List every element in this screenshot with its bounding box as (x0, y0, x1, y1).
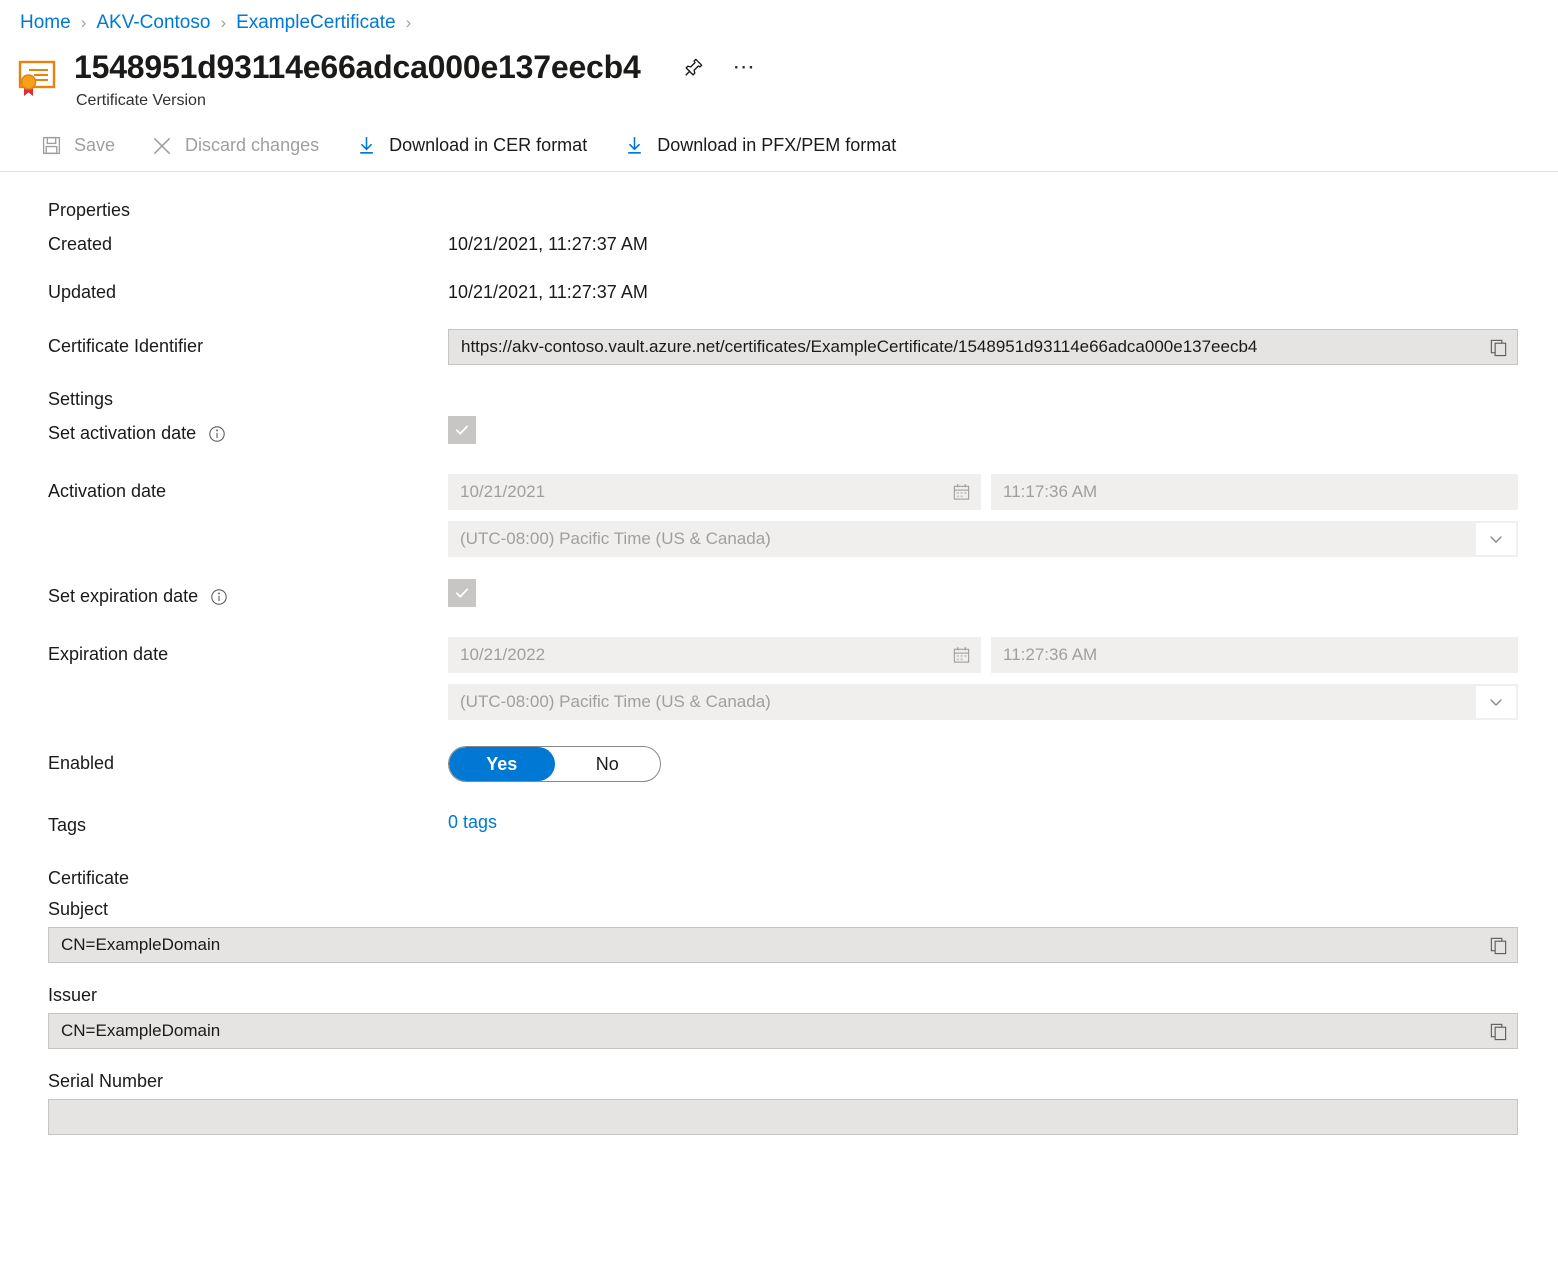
field-group-subject: Subject CN=ExampleDomain (48, 899, 1518, 963)
breadcrumb-item-akv-contoso[interactable]: AKV-Contoso (96, 12, 210, 34)
issuer-value: CN=ExampleDomain (61, 1021, 221, 1040)
activation-timezone-select[interactable]: (UTC-08:00) Pacific Time (US & Canada) (448, 521, 1518, 557)
download-pfx-pem-label: Download in PFX/PEM format (657, 135, 897, 155)
activation-date-label: Activation date (48, 481, 167, 501)
activation-date-value: 10/21/2021 (460, 482, 546, 501)
subject-field[interactable]: CN=ExampleDomain (48, 927, 1518, 963)
issuer-label: Issuer (48, 985, 98, 1005)
enabled-label: Enabled (48, 753, 115, 773)
tags-link[interactable]: 0 tags (448, 812, 497, 832)
copy-icon[interactable] (1485, 1018, 1511, 1044)
updated-label: Updated (48, 282, 117, 302)
issuer-field[interactable]: CN=ExampleDomain (48, 1013, 1518, 1049)
page-header: 1548951d93114e66adca000e137eecb4 ⋯ Certi… (0, 34, 1558, 112)
breadcrumb-item-examplecertificate[interactable]: ExampleCertificate (236, 12, 395, 34)
close-x-icon (149, 135, 175, 157)
copy-icon[interactable] (1485, 932, 1511, 958)
set-expiration-date-label: Set expiration date (48, 579, 448, 607)
row-certificate-identifier: Certificate Identifier https://akv-conto… (48, 329, 1518, 367)
section-heading-certificate: Certificate (48, 868, 130, 888)
enabled-toggle[interactable]: Yes No (448, 746, 661, 782)
save-label: Save (74, 135, 116, 155)
set-activation-date-label: Set activation date (48, 416, 448, 444)
expiration-timezone-value: (UTC-08:00) Pacific Time (US & Canada) (460, 692, 771, 711)
breadcrumb: Home › AKV-Contoso › ExampleCertificate … (0, 0, 1558, 34)
serial-number-label: Serial Number (48, 1071, 164, 1091)
activation-date-input[interactable]: 10/21/2021 (448, 474, 981, 510)
subject-value: CN=ExampleDomain (61, 935, 221, 954)
row-activation-date: Activation date 10/21/2021 11:17:36 AM (… (48, 474, 1518, 557)
pin-icon[interactable] (677, 50, 711, 84)
row-expiration-date: Expiration date 10/21/2022 11:27:36 AM (… (48, 637, 1518, 720)
section-heading-settings: Settings (48, 389, 114, 409)
download-icon (353, 135, 379, 157)
expiration-timezone-select[interactable]: (UTC-08:00) Pacific Time (US & Canada) (448, 684, 1518, 720)
discard-changes-label: Discard changes (185, 135, 320, 155)
expiration-date-input[interactable]: 10/21/2022 (448, 637, 981, 673)
field-group-serial-number: Serial Number (48, 1071, 1518, 1135)
row-tags: Tags 0 tags (48, 808, 1518, 846)
discard-changes-button[interactable]: Discard changes (139, 129, 329, 163)
expiration-time-input[interactable]: 11:27:36 AM (991, 637, 1518, 673)
created-label: Created (48, 234, 113, 254)
certificate-identifier-label: Certificate Identifier (48, 336, 204, 356)
command-bar: Save Discard changes Download in CER for… (0, 120, 1558, 172)
row-updated: Updated 10/21/2021, 11:27:37 AM (48, 275, 1518, 313)
download-cer-label: Download in CER format (389, 135, 588, 155)
page-subtitle: Certificate Version (76, 92, 206, 109)
calendar-icon[interactable] (952, 483, 971, 502)
serial-number-field[interactable] (48, 1099, 1518, 1135)
row-enabled: Enabled Yes No (48, 746, 1518, 784)
breadcrumb-separator: › (405, 13, 412, 32)
info-icon[interactable] (210, 588, 228, 606)
row-set-activation-date: Set activation date (48, 416, 1518, 454)
expiration-date-value: 10/21/2022 (460, 645, 546, 664)
page-title: 1548951d93114e66adca000e137eecb4 (74, 49, 641, 85)
field-group-issuer: Issuer CN=ExampleDomain (48, 985, 1518, 1049)
download-cer-button[interactable]: Download in CER format (343, 129, 597, 163)
breadcrumb-separator: › (220, 13, 227, 32)
activation-timezone-value: (UTC-08:00) Pacific Time (US & Canada) (460, 529, 771, 548)
activation-time-value: 11:17:36 AM (1003, 482, 1098, 501)
copy-icon[interactable] (1485, 334, 1511, 360)
info-icon[interactable] (208, 425, 226, 443)
updated-value: 10/21/2021, 11:27:37 AM (448, 282, 648, 302)
chevron-down-icon[interactable] (1476, 686, 1516, 718)
form-content: Properties Created 10/21/2021, 11:27:37 … (0, 172, 1558, 1135)
enabled-toggle-yes[interactable]: Yes (449, 747, 555, 781)
tags-label: Tags (48, 815, 87, 835)
calendar-icon[interactable] (952, 646, 971, 665)
breadcrumb-item-home[interactable]: Home (20, 12, 71, 34)
breadcrumb-separator: › (80, 13, 87, 32)
expiration-time-value: 11:27:36 AM (1003, 645, 1098, 664)
certificate-identifier-field[interactable]: https://akv-contoso.vault.azure.net/cert… (448, 329, 1518, 365)
created-value: 10/21/2021, 11:27:37 AM (448, 234, 648, 254)
set-activation-date-checkbox[interactable] (448, 416, 476, 444)
set-expiration-date-checkbox[interactable] (448, 579, 476, 607)
certificate-identifier-value: https://akv-contoso.vault.azure.net/cert… (461, 337, 1258, 356)
row-created: Created 10/21/2021, 11:27:37 AM (48, 227, 1518, 265)
activation-time-input[interactable]: 11:17:36 AM (991, 474, 1518, 510)
section-heading-properties: Properties (48, 200, 131, 220)
chevron-down-icon[interactable] (1476, 523, 1516, 555)
ellipsis-icon[interactable]: ⋯ (727, 50, 761, 84)
download-icon (621, 135, 647, 157)
save-button[interactable]: Save (28, 129, 125, 163)
enabled-toggle-no[interactable]: No (555, 747, 661, 781)
expiration-date-label: Expiration date (48, 644, 169, 664)
download-pfx-pem-button[interactable]: Download in PFX/PEM format (611, 129, 906, 163)
subject-label: Subject (48, 899, 109, 919)
row-set-expiration-date: Set expiration date (48, 579, 1518, 617)
save-icon (38, 135, 64, 157)
certificate-icon (14, 54, 60, 100)
